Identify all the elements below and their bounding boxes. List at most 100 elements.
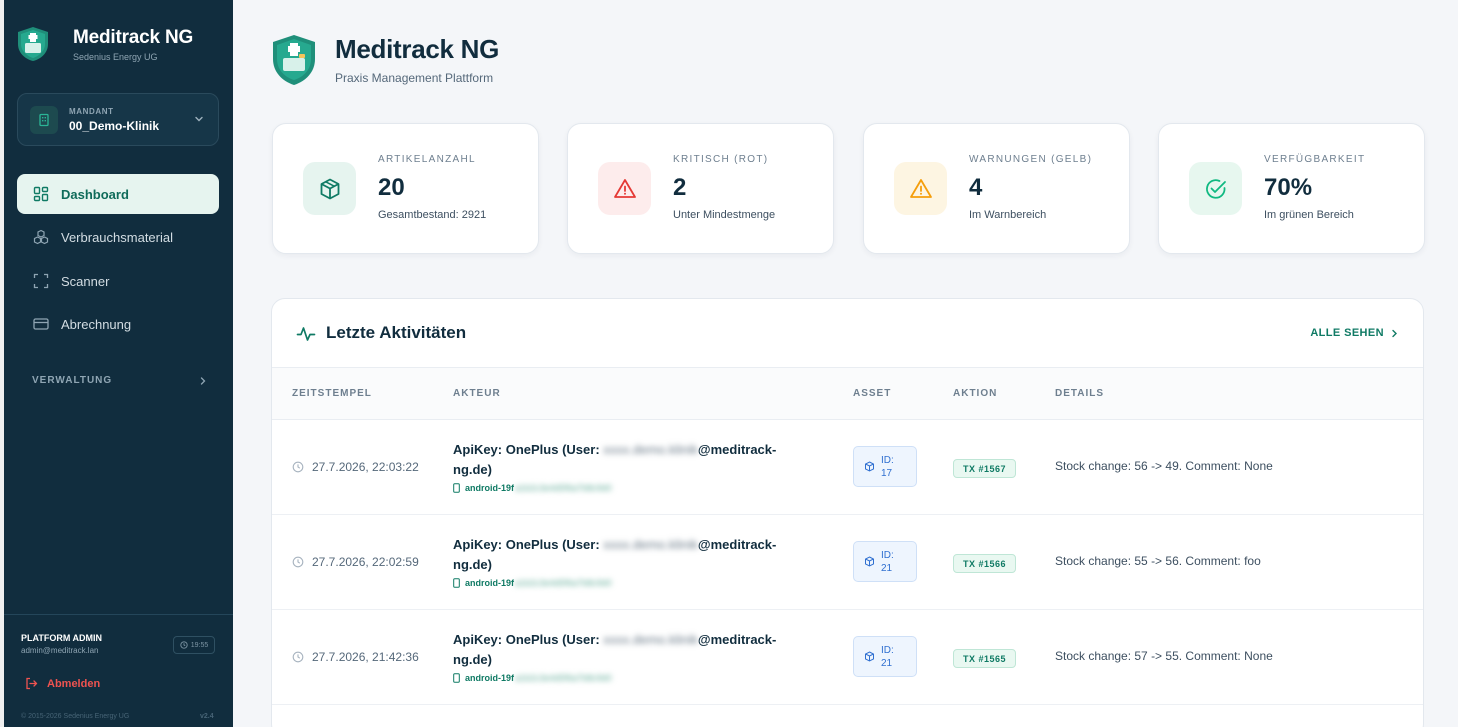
stat-card-warnungen[interactable]: WARNUNGEN (GELB) 4 Im Warnbereich (863, 123, 1130, 254)
dashboard-grid-icon (33, 186, 49, 202)
column-header-aktion[interactable]: AKTION (953, 388, 997, 399)
see-all-link[interactable]: ALLE SEHEN (1310, 327, 1399, 339)
cube-icon (865, 651, 874, 662)
actor-redacted: xxxx.demo.klinik (603, 537, 698, 552)
asset-badge[interactable]: ID: 17 (853, 446, 917, 487)
asset-id-label: ID: (881, 549, 894, 561)
sidebar-item-label: Scanner (61, 273, 110, 289)
stat-value: 2 (673, 174, 687, 201)
clock-icon (292, 461, 304, 473)
stat-value: 4 (969, 174, 983, 201)
stat-label: WARNUNGEN (GELB) (969, 154, 1093, 165)
activity-panel-header: Letzte Aktivitäten ALLE SEHEN (272, 299, 1423, 368)
cube-icon (865, 556, 874, 567)
actor-line2: ng.de) (453, 652, 492, 667)
actor-cell: ApiKey: OnePlus (User: xxxx.demo.klinik@… (453, 440, 803, 493)
actor-suffix: @meditrack- (697, 537, 777, 552)
device-id: android-19f a1b2c3e4d5f6a7b8c9d0 (453, 483, 803, 493)
asset-id-label: ID: (881, 644, 894, 656)
brand[interactable]: Meditrack NG Sedenius Energy UG (16, 26, 193, 62)
divider (4, 614, 233, 615)
app-logo-icon (18, 27, 48, 61)
details-cell: Stock change: 56 -> 49. Comment: None (1055, 459, 1273, 473)
device-prefix: android-19f (465, 578, 515, 588)
stat-value: 20 (378, 174, 405, 201)
actor-prefix: ApiKey: OnePlus (User: (453, 442, 600, 457)
clock-time: 19:55 (190, 641, 209, 649)
building-icon (30, 105, 58, 134)
logout-button[interactable]: Abmelden (25, 677, 100, 690)
section-label: VERWALTUNG (32, 375, 113, 386)
cube-icon (865, 461, 874, 472)
transaction-badge[interactable]: TX #1565 (953, 649, 1017, 668)
boxes-icon (33, 229, 49, 245)
actor-line2: ng.de) (453, 462, 492, 477)
details-cell: Stock change: 57 -> 55. Comment: None (1055, 649, 1273, 663)
sidebar-item-scanner[interactable]: Scanner (17, 261, 219, 301)
actor-name: ApiKey: OnePlus (User: xxxx.demo.klinik@… (453, 440, 803, 480)
column-header-zeitstempel[interactable]: ZEITSTEMPEL (292, 388, 372, 399)
stat-card-verfuegbarkeit[interactable]: VERFÜGBARKEIT 70% Im grünen Bereich (1158, 123, 1425, 254)
column-header-akteur[interactable]: AKTEUR (453, 388, 501, 399)
device-redacted: a1b2c3e4d5f6a7b8c9d0 (515, 673, 612, 683)
clock-icon (180, 641, 188, 649)
asset-id-number: 21 (881, 657, 893, 669)
table-header: ZEITSTEMPEL AKTEUR ASSET AKTION DETAILS (272, 368, 1423, 420)
transaction-badge[interactable]: TX #1566 (953, 554, 1017, 573)
timestamp: 27.7.2026, 22:03:22 (312, 460, 419, 474)
stat-value: 70% (1264, 174, 1313, 201)
version: v2.4 (200, 713, 214, 720)
details-cell: Stock change: 55 -> 56. Comment: foo (1055, 554, 1261, 568)
device-prefix: android-19f (465, 483, 515, 493)
column-header-asset[interactable]: ASSET (853, 388, 891, 399)
actor-name: ApiKey: OnePlus (User: xxxx.demo.klinik@… (453, 535, 803, 575)
table-row[interactable]: 27.7.2026, 21:42:36 ApiKey: OnePlus (Use… (272, 610, 1423, 705)
stat-card-artikelanzahl[interactable]: ARTIKELANZAHL 20 Gesamtbestand: 2921 (272, 123, 539, 254)
actor-name: ApiKey: OnePlus (User: xxxx.demo.klinik@… (453, 630, 803, 670)
sidebar-item-dashboard[interactable]: Dashboard (17, 174, 219, 214)
sidebar-item-verbrauchsmaterial[interactable]: Verbrauchsmaterial (17, 217, 219, 257)
sidebar-item-abrechnung[interactable]: Abrechnung (17, 304, 219, 344)
asset-badge[interactable]: ID: 21 (853, 541, 917, 582)
mandant-selector[interactable]: MANDANT 00_Demo-Klinik (17, 93, 219, 146)
column-header-details[interactable]: DETAILS (1055, 388, 1104, 399)
asset-badge[interactable]: ID: 21 (853, 636, 917, 677)
scan-frame-icon (33, 273, 49, 289)
actor-redacted: xxxx.demo.klinik (603, 442, 698, 457)
table-row[interactable]: 27.7.2026, 22:03:22 ApiKey: OnePlus (Use… (272, 420, 1423, 515)
transaction-badge[interactable]: TX #1567 (953, 459, 1017, 478)
stat-description: Im Warnbereich (969, 209, 1047, 221)
see-all-label: ALLE SEHEN (1310, 327, 1384, 339)
mandant-label: MANDANT (69, 106, 114, 116)
stat-description: Im grünen Bereich (1264, 209, 1354, 221)
warning-triangle-icon (894, 162, 947, 215)
table-row[interactable]: 27.7.2026, 22:02:59 ApiKey: OnePlus (Use… (272, 515, 1423, 610)
device-prefix: android-19f (465, 673, 515, 683)
actor-line2: ng.de) (453, 557, 492, 572)
sidebar-item-label: Abrechnung (61, 316, 132, 332)
phone-icon (453, 578, 460, 588)
timestamp-cell: 27.7.2026, 22:03:22 (292, 460, 419, 474)
clock-badge: 19:55 (173, 636, 215, 654)
asset-id-number: 21 (881, 562, 893, 574)
chevron-down-icon (195, 116, 203, 122)
brand-company: Sedenius Energy UG (73, 51, 158, 62)
timestamp: 27.7.2026, 22:02:59 (312, 555, 419, 569)
device-redacted: a1b2c3e4d5f6a7b8c9d0 (515, 578, 612, 588)
copyright: © 2015-2026 Sedenius Energy UG (21, 713, 130, 720)
header-logo-icon (273, 35, 315, 85)
logout-label: Abmelden (47, 677, 101, 690)
stat-card-kritisch[interactable]: KRITISCH (ROT) 2 Unter Mindestmenge (567, 123, 834, 254)
box-icon (303, 162, 356, 215)
activity-pulse-icon (296, 327, 316, 341)
stat-description: Unter Mindestmenge (673, 209, 776, 221)
check-circle-icon (1189, 162, 1242, 215)
activity-panel: Letzte Aktivitäten ALLE SEHEN ZEITSTEMPE… (271, 298, 1424, 727)
sidebar-section-verwaltung[interactable]: VERWALTUNG (32, 375, 208, 386)
asset-id-label: ID: (881, 454, 894, 466)
actor-suffix: @meditrack- (697, 632, 777, 647)
user-email: admin@meditrack.lan (21, 646, 99, 655)
device-id: android-19f a1b2c3e4d5f6a7b8c9d0 (453, 673, 803, 683)
mandant-value: 00_Demo-Klinik (69, 118, 160, 133)
user-role: PLATFORM ADMIN (21, 633, 102, 643)
